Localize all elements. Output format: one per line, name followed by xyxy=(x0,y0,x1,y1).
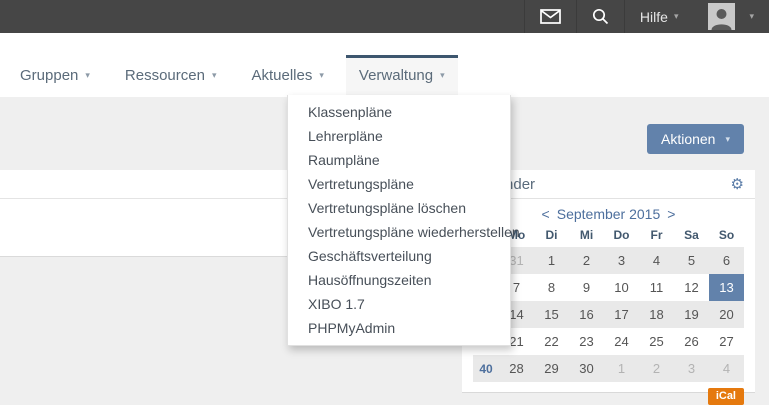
day-cell[interactable]: 28 xyxy=(499,355,534,382)
help-menu[interactable]: Hilfe xyxy=(624,0,694,33)
day-cell[interactable]: 4 xyxy=(709,355,744,382)
day-cell[interactable]: 12 xyxy=(674,274,709,301)
calendar-week-row: 31123456 xyxy=(473,247,744,274)
day-cell[interactable]: 17 xyxy=(604,301,639,328)
chevron-down-icon xyxy=(440,71,445,80)
day-cell[interactable]: 29 xyxy=(534,355,569,382)
actions-button[interactable]: Aktionen xyxy=(647,124,744,154)
chevron-down-icon xyxy=(725,135,730,144)
nav-item-label: Ressourcen xyxy=(125,67,205,84)
day-header-fr: Fr xyxy=(639,225,674,247)
day-header-di: Di xyxy=(534,225,569,247)
dropdown-item-vertretungspl-ne-l-schen[interactable]: Vertretungspläne löschen xyxy=(288,196,510,220)
search-icon xyxy=(592,8,609,25)
day-cell-selected[interactable]: 13 xyxy=(709,274,744,301)
chevron-down-icon xyxy=(212,71,217,80)
nav-row: Gruppen Ressourcen Aktuelles Verwaltung xyxy=(7,55,467,97)
chevron-down-icon xyxy=(749,12,754,21)
day-cell[interactable]: 9 xyxy=(569,274,604,301)
day-header-so: So xyxy=(709,225,744,247)
day-cell[interactable]: 30 xyxy=(569,355,604,382)
calendar-footer: iCal xyxy=(462,382,755,405)
day-cell[interactable]: 2 xyxy=(639,355,674,382)
day-cell[interactable]: 11 xyxy=(639,274,674,301)
prev-month-button[interactable]: < xyxy=(542,206,550,222)
nav-item-label: Gruppen xyxy=(20,67,78,84)
next-month-button[interactable]: > xyxy=(667,206,675,222)
verwaltung-dropdown: Klassenpläne Lehrerpläne Raumpläne Vertr… xyxy=(287,95,511,346)
dropdown-item-lehrerpl-ne[interactable]: Lehrerpläne xyxy=(288,124,510,148)
day-cell[interactable]: 8 xyxy=(534,274,569,301)
day-cell[interactable]: 20 xyxy=(709,301,744,328)
week-number: 40 xyxy=(473,355,499,382)
day-cell[interactable]: 4 xyxy=(639,247,674,274)
day-cell[interactable]: 1 xyxy=(604,355,639,382)
dropdown-item-gesch-ftsverteilung[interactable]: Geschäftsverteilung xyxy=(288,244,510,268)
day-cell[interactable]: 3 xyxy=(674,355,709,382)
day-cell[interactable]: 23 xyxy=(569,328,604,355)
actions-button-label: Aktionen xyxy=(661,131,715,147)
day-cell[interactable]: 22 xyxy=(534,328,569,355)
day-cell[interactable]: 1 xyxy=(534,247,569,274)
calendar-body: 31123456 78910111213 14151617181920 39 2… xyxy=(473,247,744,382)
mail-button[interactable] xyxy=(524,0,576,33)
nav-item-gruppen[interactable]: Gruppen xyxy=(7,55,103,97)
day-header-sa: Sa xyxy=(674,225,709,247)
gear-icon[interactable] xyxy=(731,177,744,192)
help-label: Hilfe xyxy=(640,9,668,25)
chevron-down-icon xyxy=(319,71,324,80)
avatar xyxy=(708,3,735,30)
day-cell[interactable]: 25 xyxy=(639,328,674,355)
dropdown-item-vertretungspl-ne-wiederherstellen[interactable]: Vertretungspläne wiederherstellen xyxy=(288,220,510,244)
day-cell[interactable]: 10 xyxy=(604,274,639,301)
nav-item-ressourcen[interactable]: Ressourcen xyxy=(112,55,230,97)
dropdown-item-klassenpl-ne[interactable]: Klassenpläne xyxy=(288,100,510,124)
search-button[interactable] xyxy=(576,0,624,33)
dropdown-item-xibo-1-7[interactable]: XIBO 1.7 xyxy=(288,292,510,316)
chevron-down-icon xyxy=(85,71,90,80)
dropdown-item-vertretungspl-ne[interactable]: Vertretungspläne xyxy=(288,172,510,196)
day-cell[interactable]: 5 xyxy=(674,247,709,274)
day-cell[interactable]: 16 xyxy=(569,301,604,328)
person-icon xyxy=(709,5,734,30)
day-header-do: Do xyxy=(604,225,639,247)
main-navbar: Gruppen Ressourcen Aktuelles Verwaltung xyxy=(0,33,769,97)
day-cell[interactable]: 27 xyxy=(709,328,744,355)
calendar-grid: MoDiMiDoFrSaSo 31123456 78910111213 1415… xyxy=(473,225,744,382)
dropdown-item-raumpl-ne[interactable]: Raumpläne xyxy=(288,148,510,172)
calendar-week-row: 39 21222324252627 xyxy=(473,328,744,355)
topbar: Hilfe xyxy=(0,0,769,33)
chevron-down-icon xyxy=(674,12,679,21)
envelope-icon xyxy=(540,9,561,24)
nav-item-label: Verwaltung xyxy=(359,67,433,84)
day-cell[interactable]: 15 xyxy=(534,301,569,328)
day-cell[interactable]: 18 xyxy=(639,301,674,328)
month-label: September 2015 xyxy=(557,206,661,222)
day-cell[interactable]: 2 xyxy=(569,247,604,274)
ical-button[interactable]: iCal xyxy=(708,388,744,405)
day-cell[interactable]: 3 xyxy=(604,247,639,274)
nav-item-label: Aktuelles xyxy=(251,67,312,84)
day-cell[interactable]: 26 xyxy=(674,328,709,355)
dropdown-item-haus-ffnungszeiten[interactable]: Hausöffnungszeiten xyxy=(288,268,510,292)
day-cell[interactable]: 24 xyxy=(604,328,639,355)
day-cell[interactable]: 6 xyxy=(709,247,744,274)
calendar-week-row: 40 2829301234 xyxy=(473,355,744,382)
nav-item-aktuelles[interactable]: Aktuelles xyxy=(238,55,336,97)
nav-item-verwaltung[interactable]: Verwaltung xyxy=(346,55,458,97)
calendar-week-row: 78910111213 xyxy=(473,274,744,301)
dropdown-item-phpmyadmin[interactable]: PHPMyAdmin xyxy=(288,316,510,340)
calendar-week-row: 14151617181920 xyxy=(473,301,744,328)
day-cell[interactable]: 19 xyxy=(674,301,709,328)
user-menu[interactable] xyxy=(693,0,769,33)
day-header-mi: Mi xyxy=(569,225,604,247)
